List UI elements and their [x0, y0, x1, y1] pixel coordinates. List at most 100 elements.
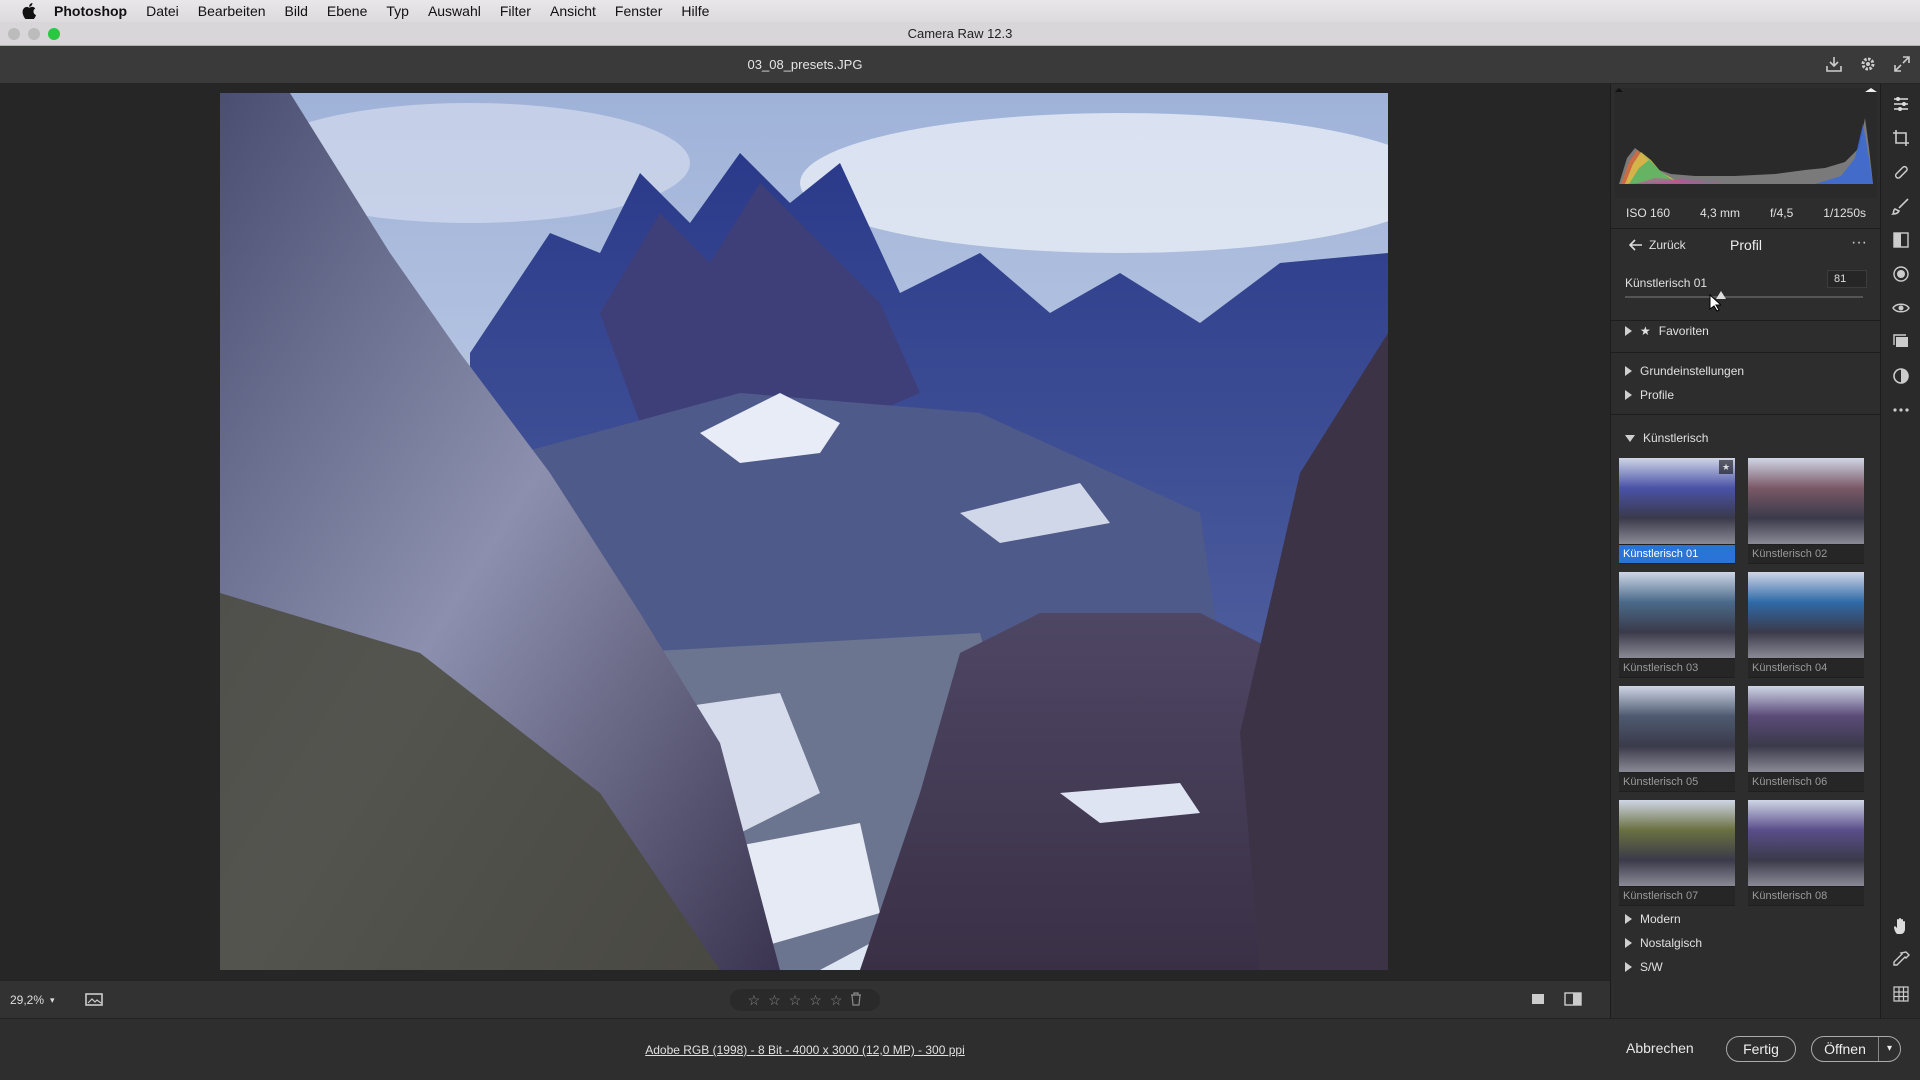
- preset-label: Künstlerisch 08: [1748, 887, 1864, 905]
- more-tools-icon[interactable]: [1891, 400, 1911, 420]
- menu-datei[interactable]: Datei: [146, 3, 179, 19]
- close-window-button[interactable]: [8, 28, 20, 40]
- apple-icon[interactable]: [18, 0, 40, 22]
- expand-triangle-icon: [1625, 390, 1632, 400]
- group-grundeinstellungen[interactable]: Grundeinstellungen: [1625, 364, 1744, 378]
- preset-label: Künstlerisch 05: [1619, 773, 1735, 791]
- preset-label: Künstlerisch 01: [1619, 545, 1735, 563]
- preset-thumbnail: [1748, 686, 1864, 772]
- healing-brush-icon[interactable]: [1891, 162, 1911, 182]
- edit-sliders-icon[interactable]: [1891, 94, 1911, 114]
- group-profile[interactable]: Profile: [1625, 388, 1674, 402]
- preset-thumbnail: [1619, 686, 1735, 772]
- group-sw[interactable]: S/W: [1625, 960, 1663, 974]
- preset-tile[interactable]: Künstlerisch 08: [1748, 800, 1864, 906]
- group-kuenstlerisch[interactable]: Künstlerisch: [1625, 431, 1708, 445]
- amount-value-input[interactable]: 81: [1827, 270, 1867, 288]
- hand-icon[interactable]: [1891, 916, 1911, 936]
- minimize-window-button[interactable]: [28, 28, 40, 40]
- menu-ansicht[interactable]: Ansicht: [550, 3, 596, 19]
- cursor-icon: [1709, 293, 1723, 317]
- image-canvas[interactable]: [0, 84, 1610, 980]
- menu-bearbeiten[interactable]: Bearbeiten: [198, 3, 266, 19]
- brush-icon[interactable]: [1891, 196, 1911, 216]
- done-button[interactable]: Fertig: [1726, 1036, 1796, 1062]
- preset-tile[interactable]: Künstlerisch 07: [1619, 800, 1735, 906]
- document-filename: 03_08_presets.JPG: [747, 57, 863, 72]
- preset-label: Künstlerisch 07: [1619, 887, 1735, 905]
- preset-thumbnail: [1619, 800, 1735, 886]
- tool-strip: [1880, 84, 1920, 1018]
- more-options-button[interactable]: ···: [1851, 234, 1867, 252]
- menu-fenster[interactable]: Fenster: [615, 3, 662, 19]
- favorite-star-icon[interactable]: ★: [1719, 460, 1733, 474]
- group-favoriten[interactable]: ★ Favoriten: [1625, 324, 1709, 338]
- workflow-options-link[interactable]: Adobe RGB (1998) - 8 Bit - 4000 x 3000 (…: [0, 1043, 1610, 1057]
- radial-filter-icon[interactable]: [1891, 264, 1911, 284]
- preset-tile[interactable]: Künstlerisch 03: [1619, 572, 1735, 678]
- star-icon[interactable]: ☆: [768, 992, 781, 1009]
- open-button[interactable]: Öffnen ▾: [1811, 1036, 1901, 1062]
- expand-triangle-icon: [1625, 326, 1632, 336]
- chevron-down-icon[interactable]: ▾: [1878, 1037, 1900, 1061]
- filmstrip-icon[interactable]: [84, 991, 106, 1014]
- red-eye-icon[interactable]: [1891, 298, 1911, 318]
- exif-info: ISO 160 4,3 mm f/4,5 1/1250s: [1611, 202, 1881, 224]
- save-image-icon[interactable]: [1824, 54, 1844, 74]
- before-after-icon[interactable]: [1564, 991, 1582, 1012]
- exif-aperture: f/4,5: [1769, 206, 1794, 220]
- graduated-filter-icon[interactable]: [1891, 230, 1911, 250]
- zoom-window-button[interactable]: [48, 28, 60, 40]
- preset-thumbnail: [1748, 572, 1864, 658]
- zoom-level: 29,2%: [10, 993, 45, 1007]
- group-label: Modern: [1640, 912, 1681, 926]
- group-label: Künstlerisch: [1643, 431, 1709, 445]
- grid-icon[interactable]: [1891, 984, 1911, 1004]
- preset-thumbnail: [1748, 800, 1864, 886]
- group-label: Nostalgisch: [1640, 936, 1703, 950]
- preset-tile[interactable]: ★ Künstlerisch 01: [1619, 458, 1735, 564]
- preset-tile[interactable]: Künstlerisch 06: [1748, 686, 1864, 792]
- amount-slider[interactable]: [1625, 291, 1863, 299]
- shadow-clip-icon: [1615, 88, 1623, 92]
- menu-photoshop[interactable]: Photoshop: [54, 3, 127, 19]
- star-icon[interactable]: ☆: [748, 992, 761, 1009]
- cancel-button[interactable]: Abbrechen: [1626, 1040, 1694, 1056]
- menu-filter[interactable]: Filter: [500, 3, 531, 19]
- star-icon: ★: [1640, 324, 1651, 338]
- preset-tile[interactable]: Künstlerisch 04: [1748, 572, 1864, 678]
- open-button-label: Öffnen: [1824, 1041, 1866, 1057]
- edit-panel: ISO 160 4,3 mm f/4,5 1/1250s Zurück Prof…: [1610, 84, 1881, 1018]
- footer-bar: Adobe RGB (1998) - 8 Bit - 4000 x 3000 (…: [0, 1018, 1920, 1080]
- presets-icon[interactable]: [1891, 366, 1911, 386]
- preset-label: Künstlerisch 03: [1619, 659, 1735, 677]
- window-titlebar: Camera Raw 12.3: [0, 22, 1920, 46]
- single-view-icon[interactable]: [1530, 991, 1546, 1012]
- star-icon[interactable]: ☆: [809, 992, 822, 1009]
- star-icon[interactable]: ☆: [789, 992, 802, 1009]
- eyedropper-icon[interactable]: [1891, 950, 1911, 970]
- divider: [1611, 414, 1881, 415]
- panel-title: Profil: [1730, 237, 1762, 253]
- menu-hilfe[interactable]: Hilfe: [681, 3, 709, 19]
- trash-icon[interactable]: [850, 991, 862, 1009]
- menu-auswahl[interactable]: Auswahl: [428, 3, 481, 19]
- star-icon[interactable]: ☆: [830, 992, 843, 1009]
- preset-tile[interactable]: Künstlerisch 05: [1619, 686, 1735, 792]
- group-modern[interactable]: Modern: [1625, 912, 1681, 926]
- chevron-down-icon: ▾: [50, 994, 55, 1005]
- histogram: [1615, 88, 1877, 198]
- collapse-triangle-icon: [1625, 434, 1635, 442]
- menu-bar: Photoshop Datei Bearbeiten Bild Ebene Ty…: [0, 0, 1920, 22]
- menu-bild[interactable]: Bild: [285, 3, 308, 19]
- photo-preview[interactable]: [220, 93, 1388, 970]
- fullscreen-icon[interactable]: [1892, 54, 1912, 74]
- snapshots-icon[interactable]: [1891, 332, 1911, 352]
- zoom-selector[interactable]: 29,2% ▾: [10, 993, 55, 1007]
- menu-ebene[interactable]: Ebene: [327, 3, 367, 19]
- menu-typ[interactable]: Typ: [386, 3, 409, 19]
- preset-tile[interactable]: Künstlerisch 02: [1748, 458, 1864, 564]
- group-nostalgisch[interactable]: Nostalgisch: [1625, 936, 1702, 950]
- gear-icon[interactable]: [1858, 54, 1878, 74]
- crop-icon[interactable]: [1891, 128, 1911, 148]
